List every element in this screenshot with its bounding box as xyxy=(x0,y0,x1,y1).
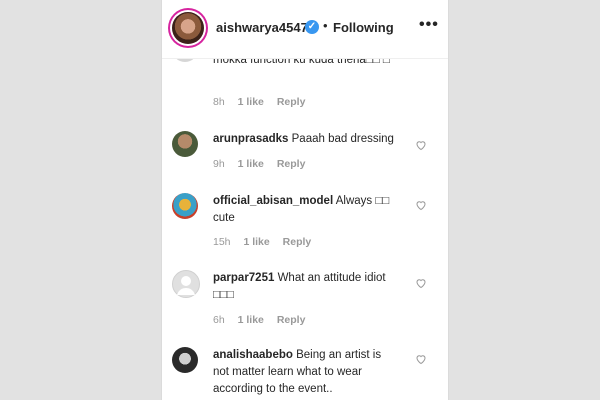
comment-time: 15h xyxy=(213,236,231,248)
comment-meta: 15h 1 like Reply xyxy=(213,236,321,248)
heart-icon[interactable] xyxy=(415,353,427,365)
comment-likes[interactable]: 1 like xyxy=(238,314,264,326)
default-avatar-icon xyxy=(177,276,195,295)
reply-button[interactable]: Reply xyxy=(277,158,306,170)
following-button[interactable]: Following xyxy=(333,20,394,35)
avatar[interactable] xyxy=(172,131,198,157)
comment-time: 6h xyxy=(213,314,225,326)
profile-avatar[interactable] xyxy=(172,12,204,44)
comment-text: analishaabebo Being an artist is not mat… xyxy=(213,347,398,398)
heart-icon[interactable] xyxy=(415,139,427,151)
comment-meta: 6h 1 like Reply xyxy=(213,314,315,326)
comment-meta: 9h 1 like Reply xyxy=(213,158,315,170)
more-options-icon[interactable]: ••• xyxy=(419,16,439,34)
comment-time: 9h xyxy=(213,158,225,170)
post-header: aishwarya4547 ✓ • Following ••• xyxy=(162,0,448,59)
comment-message: Paaah bad dressing xyxy=(291,133,394,145)
verified-badge-icon: ✓ xyxy=(305,20,319,34)
reply-button[interactable]: Reply xyxy=(277,314,306,326)
heart-icon[interactable] xyxy=(415,277,427,289)
heart-icon[interactable] xyxy=(415,199,427,211)
comment-likes[interactable]: 1 like xyxy=(243,236,269,248)
comment-likes[interactable]: 1 like xyxy=(238,158,264,170)
comment-username[interactable]: analishaabebo xyxy=(213,349,293,361)
comments-panel: mokka function ku kuda thena□□ □ 8h 1 li… xyxy=(161,0,449,400)
comment-username[interactable]: arunprasadks xyxy=(213,133,288,145)
separator-dot: • xyxy=(323,18,328,33)
reply-button[interactable]: Reply xyxy=(277,96,306,108)
comment-text: arunprasadks Paaah bad dressing xyxy=(213,131,405,148)
comment-username[interactable]: parpar7251 xyxy=(213,272,274,284)
comment-username[interactable]: official_abisan_model xyxy=(213,195,333,207)
reply-button[interactable]: Reply xyxy=(283,236,312,248)
avatar[interactable] xyxy=(172,347,198,373)
comment-likes[interactable]: 1 like xyxy=(238,96,264,108)
comment-time: 8h xyxy=(213,96,225,108)
avatar[interactable] xyxy=(172,270,200,298)
avatar[interactable] xyxy=(172,193,198,219)
comment-text: parpar7251 What an attitude idiot □□□ xyxy=(213,270,398,304)
profile-username[interactable]: aishwarya4547 xyxy=(216,20,308,35)
comment-meta: 8h 1 like Reply xyxy=(213,96,315,108)
comment-text: official_abisan_model Always □□ cute xyxy=(213,193,398,227)
